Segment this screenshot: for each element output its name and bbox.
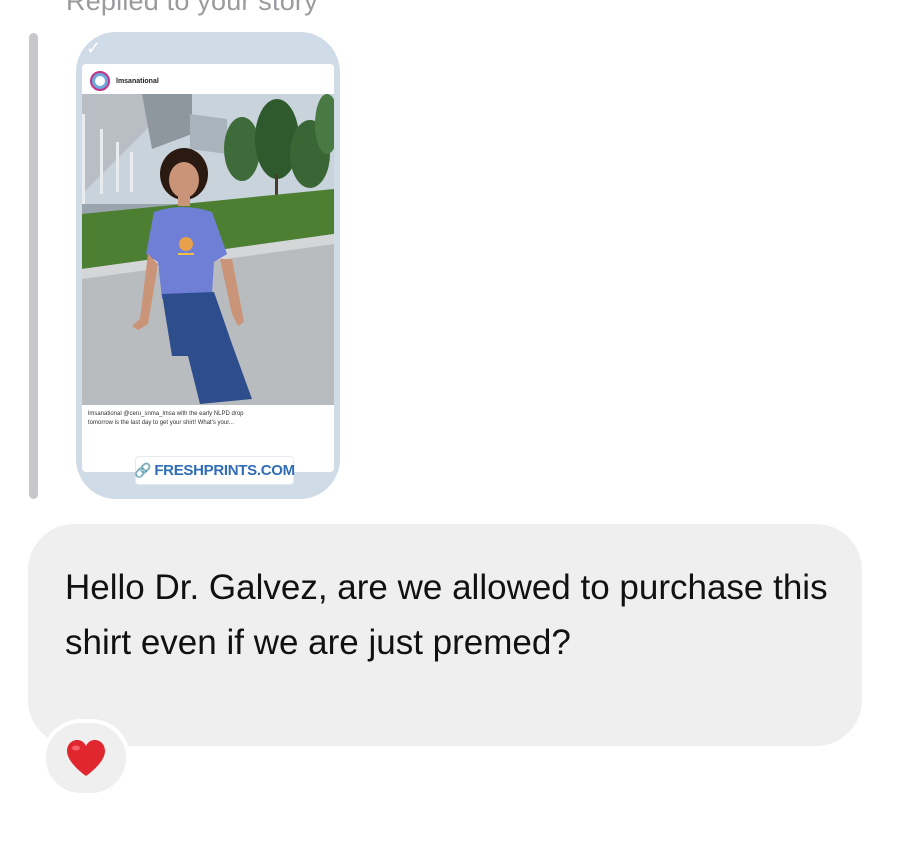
link-sticker-label: FRESHPRINTS.COM xyxy=(154,462,295,479)
message-bubble[interactable]: Hello Dr. Galvez, are we allowed to purc… xyxy=(28,524,862,746)
story-post-frame: lmsanational lmsanational @ceru_snma_lms… xyxy=(82,64,334,472)
message-text: Hello Dr. Galvez, are we allowed to purc… xyxy=(65,568,828,662)
link-sticker[interactable]: 🔗 FRESHPRINTS.COM xyxy=(134,457,295,484)
story-photo xyxy=(82,94,334,405)
avatar xyxy=(90,71,110,91)
story-caption-line1: lmsanational @ceru_snma_lmsa with the ea… xyxy=(88,411,244,417)
story-preview[interactable]: ✓ lmsanational lmsanational @ceru_snma_l… xyxy=(76,32,340,499)
reaction-badge[interactable] xyxy=(42,719,130,797)
story-caption-line2: tomorrow is the last day to get your shi… xyxy=(88,420,234,426)
heart-icon xyxy=(67,740,105,776)
link-icon: 🔗 xyxy=(134,462,152,478)
reply-indicator-bar xyxy=(29,33,38,499)
story-username: lmsanational xyxy=(116,77,159,85)
reply-header: Replied to your story xyxy=(66,0,318,16)
story-user-row: lmsanational xyxy=(90,70,159,92)
checkmark-icon: ✓ xyxy=(86,38,102,58)
